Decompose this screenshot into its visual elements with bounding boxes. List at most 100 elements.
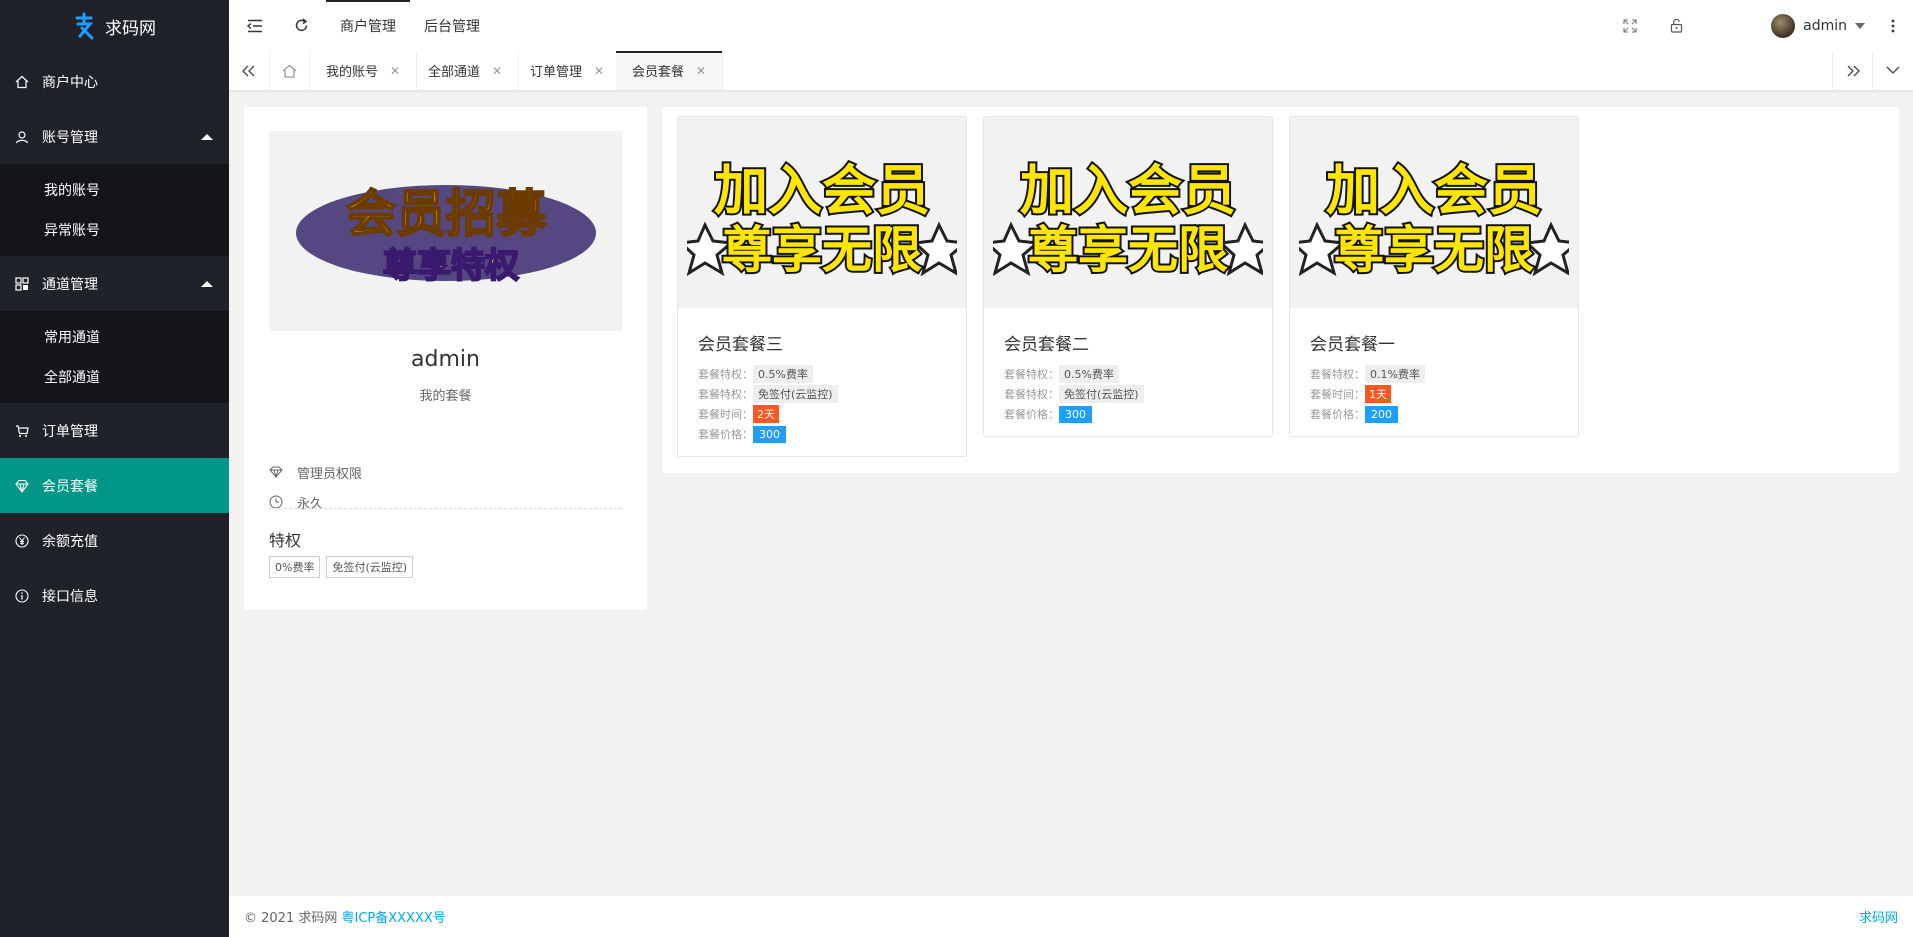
close-icon[interactable]: ✕: [696, 64, 706, 78]
row-label: 套餐特权：: [698, 368, 753, 381]
page-tab-orders[interactable]: 订单管理 ✕: [514, 51, 622, 90]
user-menu[interactable]: admin: [1771, 0, 1865, 51]
package-row: 套餐时间： 2天: [698, 404, 966, 424]
lock-icon[interactable]: [1656, 0, 1696, 51]
member-recruit-banner: 会员招募 尊享特权: [295, 184, 596, 287]
page-tab-all-channels[interactable]: 全部通道 ✕: [412, 51, 520, 90]
row-value-tag: 0.5%费率: [1059, 365, 1119, 383]
sidebar-item-label: 余额充值: [42, 533, 98, 550]
footer-site-link[interactable]: 求码网: [1859, 907, 1898, 926]
close-icon[interactable]: ✕: [492, 64, 502, 78]
sidebar-item-label: 我的账号: [44, 183, 100, 199]
footer: © 2021 求码网 粤ICP备XXXXX号 求码网: [229, 896, 1913, 937]
packages-panel: 加入会员 尊享无限 会员套餐三 套餐特权： 0.5%费率 套餐特权： 免签付(云监控…: [662, 107, 1899, 473]
fullscreen-icon[interactable]: [1610, 0, 1650, 51]
menu-collapse-icon[interactable]: [235, 0, 275, 51]
package-title: 会员套餐二: [1004, 335, 1089, 355]
sidebar-item-common-channels[interactable]: 常用通道: [0, 317, 229, 357]
sidebar-item-account-management[interactable]: 账号管理: [0, 109, 229, 164]
top-tab-admin[interactable]: 后台管理: [410, 0, 494, 51]
page-tab-label: 会员套餐: [632, 65, 685, 80]
brand-name: 求码网: [105, 18, 156, 39]
package-row: 套餐特权： 0.1%费率: [1310, 364, 1578, 384]
home-icon: [14, 74, 30, 90]
diamond-icon: [14, 478, 30, 494]
row-label: 套餐特权：: [1310, 368, 1365, 381]
row-label: 套餐价格：: [698, 428, 753, 441]
brand-logo[interactable]: 求码网: [0, 0, 229, 52]
divider: [269, 508, 622, 509]
row-label: 套餐时间：: [1310, 388, 1365, 401]
package-card[interactable]: 加入会员 尊享无限 会员套餐三 套餐特权： 0.5%费率 套餐特权： 免签付(云监控…: [677, 116, 967, 457]
banner-line-2: 尊享特权: [383, 246, 519, 286]
banner-line-2: 尊享无限: [1334, 221, 1534, 279]
tabs-menu-chevron-down-icon[interactable]: [1872, 51, 1913, 90]
package-row: 套餐价格： 300: [1004, 404, 1272, 424]
page-tab-label: 订单管理: [530, 65, 583, 80]
close-icon[interactable]: ✕: [594, 64, 604, 78]
page-tab-label: 我的账号: [326, 65, 379, 80]
banner-line-1: 加入会员: [1326, 159, 1542, 222]
sidebar-item-orders[interactable]: 订单管理: [0, 403, 229, 458]
apps-icon: [14, 276, 30, 292]
page-tab-label: 全部通道: [428, 65, 481, 80]
brand-logo-icon: [75, 12, 94, 40]
join-member-banner: 加入会员 尊享无限: [687, 157, 957, 281]
sidebar-item-label: 会员套餐: [42, 478, 98, 495]
top-tab-merchant[interactable]: 商户管理: [326, 0, 410, 51]
sidebar-item-label: 账号管理: [42, 129, 98, 146]
info-role: 管理员权限: [269, 462, 362, 482]
privileges-tags: 0%费率 免签付(云监控): [269, 556, 414, 578]
user-icon: [14, 129, 30, 145]
tabs-scroll-right-icon[interactable]: [1832, 51, 1873, 90]
row-value-tag: 2天: [753, 405, 779, 423]
page-tab-my-account[interactable]: 我的账号 ✕: [310, 51, 418, 90]
sidebar-item-my-account[interactable]: 我的账号: [0, 170, 229, 210]
join-member-banner: 加入会员 尊享无限: [993, 157, 1263, 281]
package-row: 套餐特权： 免签付(云监控): [1004, 384, 1272, 404]
refresh-icon[interactable]: [281, 0, 321, 51]
row-value-tag: 0.5%费率: [753, 365, 813, 383]
row-value-tag: 0.1%费率: [1365, 365, 1425, 383]
row-label: 套餐特权：: [1004, 388, 1059, 401]
profile-banner-image: 会员招募 尊享特权: [269, 131, 622, 331]
profile-card: 会员招募 尊享特权 admin 我的套餐 管理员权限 永久 特权 0%费率 免签…: [244, 107, 647, 610]
sidebar-item-label: 商户中心: [42, 74, 98, 91]
user-name: admin: [1803, 17, 1847, 34]
icp-link[interactable]: 粤ICP备XXXXX号: [342, 911, 446, 926]
close-icon[interactable]: ✕: [390, 64, 400, 78]
package-banner-image: 加入会员 尊享无限: [1290, 117, 1578, 308]
sidebar-item-all-channels[interactable]: 全部通道: [0, 357, 229, 397]
sidebar-item-merchant-center[interactable]: 商户中心: [0, 54, 229, 109]
row-label: 套餐特权：: [1004, 368, 1059, 381]
banner-line-1: 加入会员: [1020, 159, 1236, 222]
join-member-banner: 加入会员 尊享无限: [1299, 157, 1569, 281]
more-vertical-icon[interactable]: [1873, 0, 1913, 51]
chevron-up-icon: [201, 133, 213, 140]
sidebar-item-api-info[interactable]: 接口信息: [0, 568, 229, 623]
package-row: 套餐特权： 0.5%费率: [1004, 364, 1272, 384]
sidebar-item-channel-management[interactable]: 通道管理: [0, 256, 229, 311]
package-row: 套餐价格： 200: [1310, 404, 1578, 424]
cart-icon: [14, 423, 30, 439]
banner-line-2: 尊享无限: [722, 221, 922, 279]
yen-icon: [14, 533, 30, 549]
sidebar-item-membership-packages[interactable]: 会员套餐: [0, 458, 229, 513]
profile-name: admin: [411, 347, 480, 372]
package-card[interactable]: 加入会员 尊享无限 会员套餐一 套餐特权： 0.1%费率 套餐时间： 1天 套餐价格…: [1289, 116, 1579, 437]
package-card[interactable]: 加入会员 尊享无限 会员套餐二 套餐特权： 0.5%费率 套餐特权： 免签付(云监控…: [983, 116, 1273, 437]
caret-down-icon: [1855, 22, 1865, 29]
top-header: 商户管理 后台管理 admin: [229, 0, 1913, 52]
tabs-scroll-left-icon[interactable]: [229, 51, 270, 90]
sidebar-item-abnormal-account[interactable]: 异常账号: [0, 210, 229, 250]
top-tab-label: 后台管理: [424, 18, 480, 35]
tab-home-icon[interactable]: [269, 51, 310, 90]
page-tab-membership[interactable]: 会员套餐 ✕: [616, 51, 724, 90]
sidebar-item-label: 异常账号: [44, 223, 100, 239]
price-badge: 200: [1365, 405, 1398, 423]
sidebar-item-label: 订单管理: [42, 423, 98, 440]
page-tabs-bar: 我的账号 ✕ 全部通道 ✕ 订单管理 ✕ 会员套餐 ✕: [229, 51, 1913, 91]
package-banner-image: 加入会员 尊享无限: [984, 117, 1272, 308]
row-value-tag: 1天: [1365, 385, 1391, 403]
sidebar-item-balance-recharge[interactable]: 余额充值: [0, 513, 229, 568]
